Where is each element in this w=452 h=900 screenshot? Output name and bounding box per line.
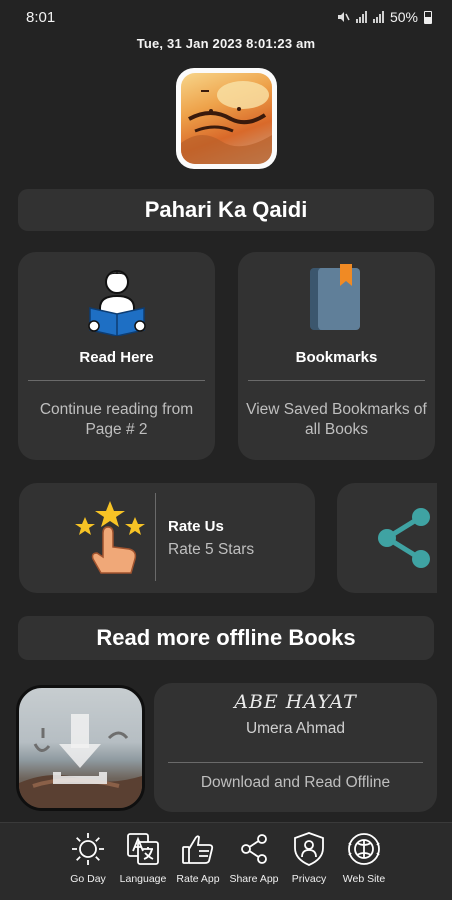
read-here-title: Read Here <box>79 349 154 366</box>
rate-us-title: Rate Us <box>168 518 224 535</box>
shield-user-icon <box>294 832 324 866</box>
app-logo <box>176 68 277 169</box>
share-icon <box>378 508 430 568</box>
bookmarks-title: Bookmarks <box>295 349 378 366</box>
book-cover-thumbnail[interactable] <box>16 685 145 811</box>
divider <box>168 762 423 763</box>
divider <box>28 380 205 381</box>
download-icon <box>19 714 142 808</box>
rate-us-card[interactable]: Rate Us Rate 5 Stars <box>19 483 315 593</box>
bookmark-book-icon <box>310 264 360 330</box>
rate-us-subtitle: Rate 5 Stars <box>168 541 255 558</box>
nav-web-site[interactable]: Web Site <box>332 831 396 899</box>
divider <box>248 380 425 381</box>
share-icon <box>241 834 267 864</box>
sun-icon <box>72 833 104 865</box>
current-datetime: Tue, 31 Jan 2023 8:01:23 am <box>136 36 316 51</box>
nav-label: Web Site <box>342 873 386 885</box>
offline-books-heading: Read more offline Books <box>18 616 434 660</box>
book-author: Umera Ahmad <box>245 720 346 737</box>
bottom-nav: Go Day Language Rate App Share App Priva… <box>0 822 452 900</box>
status-icons: 50% <box>336 9 432 25</box>
globe-icon <box>348 833 380 865</box>
status-bar: 8:01 50% <box>0 0 452 34</box>
translate-icon <box>127 833 159 865</box>
read-here-subtitle: Continue reading from Page # 2 <box>39 401 194 438</box>
book-name: ABE HAYAT <box>234 691 357 713</box>
battery-icon <box>424 10 432 24</box>
signal-icon <box>355 11 367 23</box>
bookmarks-subtitle: View Saved Bookmarks of all Books <box>246 401 427 438</box>
divider <box>155 493 156 581</box>
signal-icon-2 <box>372 11 384 23</box>
status-time: 8:01 <box>26 8 56 26</box>
read-here-card[interactable]: Read Here Continue reading from Page # 2 <box>18 252 215 460</box>
book-cover-art <box>181 73 272 164</box>
battery-percent: 50% <box>389 9 418 25</box>
book-info-card[interactable]: ABE HAYAT Umera Ahmad Download and Read … <box>154 683 437 812</box>
star-rating-hand-icon <box>75 501 145 574</box>
mute-icon <box>337 12 350 22</box>
thumbs-up-icon <box>182 835 214 864</box>
nav-rate-app[interactable]: Rate App <box>166 831 230 899</box>
share-card[interactable] <box>337 483 437 593</box>
bookmarks-card[interactable]: Bookmarks View Saved Bookmarks of all Bo… <box>238 252 435 460</box>
book-title-bar: Pahari Ka Qaidi <box>18 189 434 231</box>
download-read-offline-link[interactable]: Download and Read Offline <box>154 774 437 792</box>
reading-person-icon <box>88 270 146 336</box>
